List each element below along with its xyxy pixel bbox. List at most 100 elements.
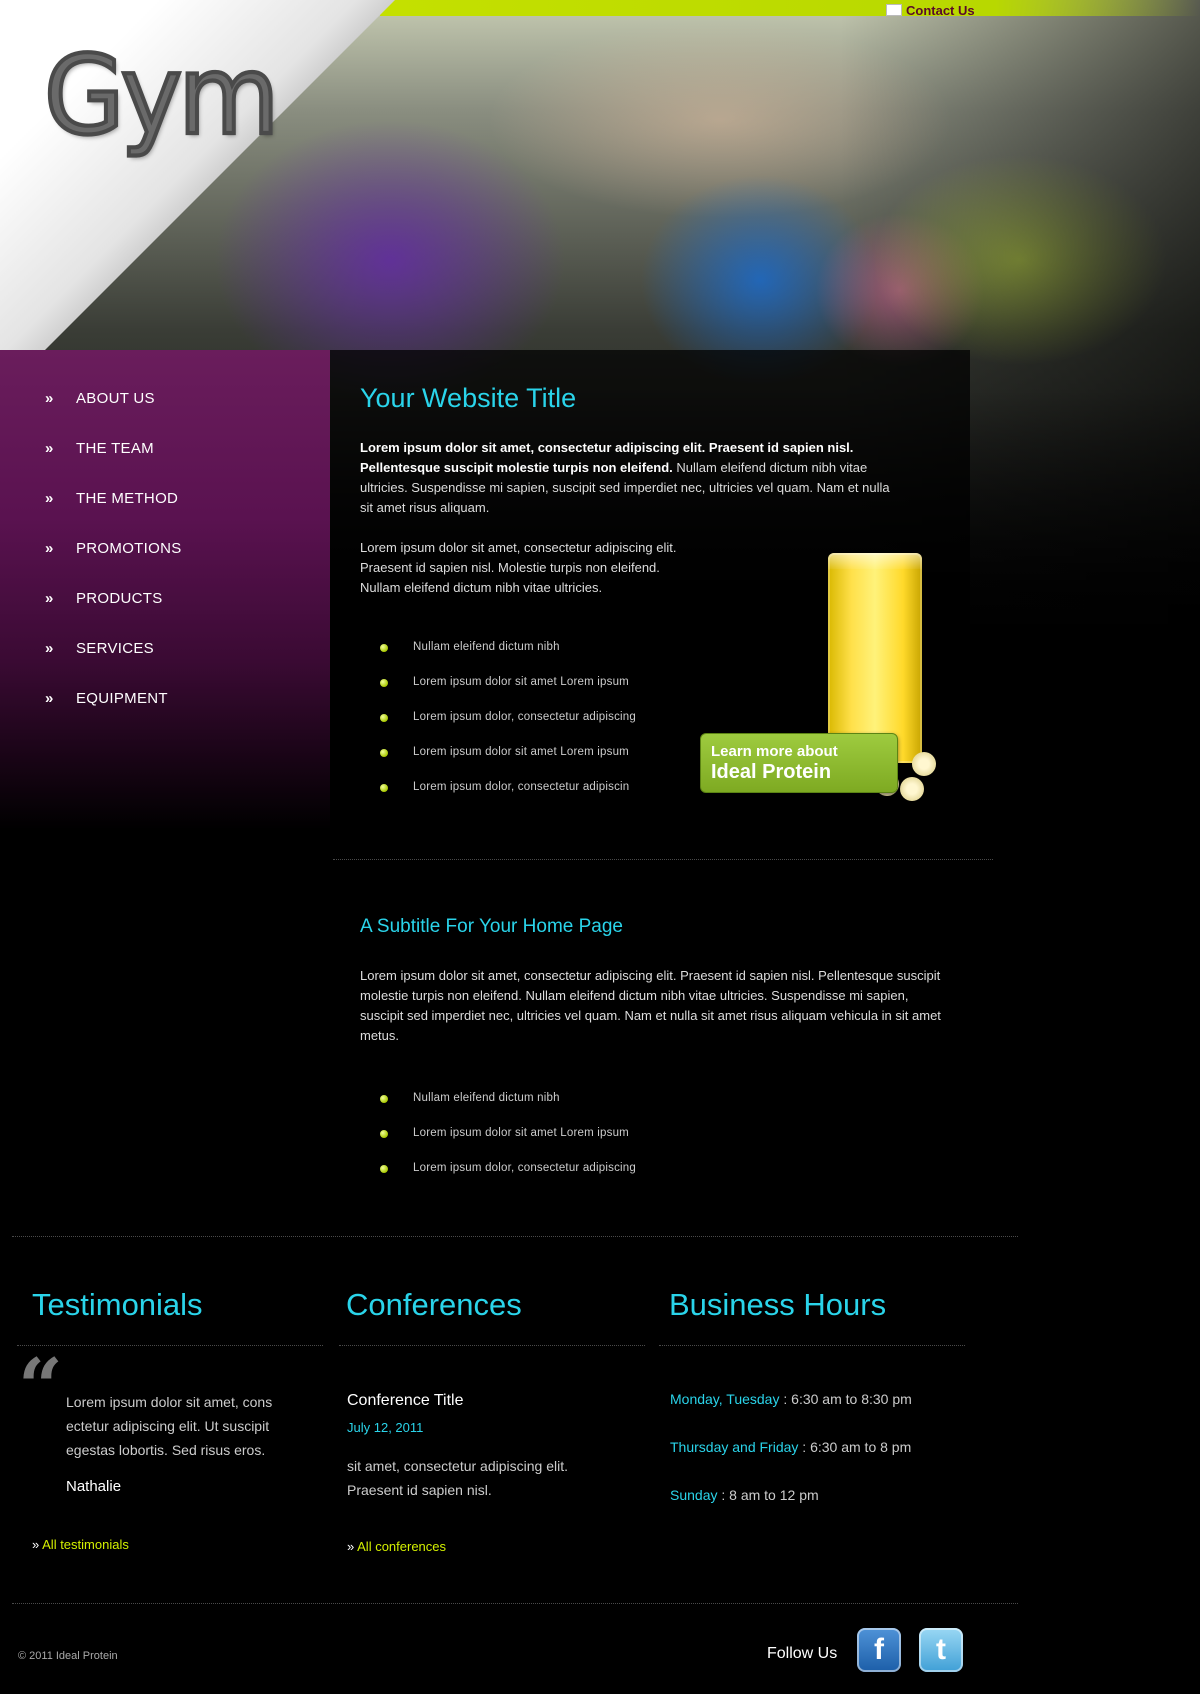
- nav-marker: »: [45, 440, 54, 457]
- contact-us-link[interactable]: Contact Us: [886, 3, 975, 18]
- list-item-text: Lorem ipsum dolor sit amet Lorem ipsum: [413, 1127, 629, 1139]
- bullet-icon: [380, 1095, 388, 1103]
- divider: [333, 859, 993, 860]
- list-item-text: Lorem ipsum dolor sit amet Lorem ipsum: [413, 676, 629, 688]
- ideal-protein-promo-button[interactable]: Learn more about Ideal Protein: [700, 733, 898, 793]
- second-paragraph: Lorem ipsum dolor sit amet, consectetur …: [360, 540, 677, 595]
- contact-us-label: Contact Us: [906, 3, 975, 18]
- hours-row: Sunday : 8 am to 12 pm: [670, 1487, 819, 1503]
- divider: [339, 1345, 645, 1346]
- list-item-text: Nullam eleifend dictum nibh: [413, 1092, 560, 1104]
- list-item: Nullam eleifend dictum nibh: [380, 641, 636, 676]
- page-title: Your Website Title: [360, 383, 577, 413]
- facebook-button[interactable]: f: [857, 1628, 901, 1672]
- twitter-button[interactable]: t: [919, 1628, 963, 1672]
- bullet-icon: [380, 644, 388, 652]
- home-subtitle: A Subtitle For Your Home Page: [360, 916, 623, 937]
- protein-drink-glass-image: [828, 553, 922, 763]
- main-bullet-list: Nullam eleifend dictum nibh Lorem ipsum …: [380, 641, 636, 816]
- all-testimonials-link[interactable]: All testimonials: [42, 1537, 129, 1552]
- nav-item-label: PROMOTIONS: [76, 540, 182, 557]
- sub-bullet-list: Nullam eleifend dictum nibh Lorem ipsum …: [380, 1092, 636, 1197]
- divider: [17, 1345, 323, 1346]
- conference-text: sit amet, consectetur adipiscing elit. P…: [347, 1458, 568, 1498]
- hours-time: : 6:30 am to 8 pm: [798, 1439, 912, 1455]
- twitter-icon: t: [936, 1633, 946, 1666]
- list-item-text: Lorem ipsum dolor, consectetur adipiscin…: [413, 1162, 636, 1174]
- conferences-heading: Conferences: [346, 1287, 522, 1322]
- nav-marker: »: [45, 390, 54, 407]
- list-item-text: Lorem ipsum dolor, consectetur adipiscin: [413, 781, 630, 793]
- hours-time: : 6:30 am to 8:30 pm: [779, 1391, 912, 1407]
- glass-rim: [828, 553, 922, 569]
- bullet-icon: [380, 749, 388, 757]
- list-item-text: Lorem ipsum dolor sit amet Lorem ipsum: [413, 746, 629, 758]
- list-item: Lorem ipsum dolor sit amet Lorem ipsum: [380, 746, 636, 781]
- nav-item-services[interactable]: » SERVICES: [45, 640, 182, 690]
- nav-item-label: ABOUT US: [76, 390, 155, 407]
- nav-item-products[interactable]: » PRODUCTS: [45, 590, 182, 640]
- nav-item-the-method[interactable]: » THE METHOD: [45, 490, 182, 540]
- top-accent-bar: [380, 0, 1200, 16]
- hours-days: Sunday: [670, 1487, 718, 1503]
- conference-title[interactable]: Conference Title: [347, 1392, 464, 1410]
- list-item: Lorem ipsum dolor sit amet Lorem ipsum: [380, 1127, 636, 1162]
- list-item: Nullam eleifend dictum nibh: [380, 1092, 636, 1127]
- list-item-text: Lorem ipsum dolor, consectetur adipiscin…: [413, 711, 636, 723]
- nav-item-the-team[interactable]: » THE TEAM: [45, 440, 182, 490]
- facebook-icon: f: [874, 1633, 884, 1666]
- hours-days: Monday, Tuesday: [670, 1391, 780, 1407]
- business-hours-heading: Business Hours: [669, 1287, 887, 1322]
- list-item: Lorem ipsum dolor, consectetur adipiscin…: [380, 711, 636, 746]
- nav-marker: »: [45, 490, 54, 507]
- list-item: Lorem ipsum dolor sit amet Lorem ipsum: [380, 676, 636, 711]
- quote-mark-icon: “: [18, 1342, 63, 1433]
- hours-time: : 8 am to 12 pm: [717, 1487, 819, 1503]
- promo-line2: Ideal Protein: [711, 761, 832, 783]
- nav-marker: »: [45, 590, 54, 607]
- divider: [12, 1603, 1018, 1604]
- nav-item-equipment[interactable]: » EQUIPMENT: [45, 690, 182, 740]
- bullet-icon: [380, 714, 388, 722]
- intro-paragraph: Lorem ipsum dolor sit amet, consectetur …: [360, 438, 900, 518]
- nav-marker: »: [45, 640, 54, 657]
- conference-date: July 12, 2011: [347, 1420, 424, 1435]
- all-conferences-link[interactable]: All conferences: [357, 1539, 446, 1554]
- nav-marker: »: [45, 540, 54, 557]
- promo-line1: Learn more about: [711, 743, 838, 760]
- link-marker: »: [32, 1537, 40, 1552]
- divider: [659, 1345, 965, 1346]
- testimonials-heading: Testimonials: [32, 1287, 203, 1322]
- bullet-icon: [380, 784, 388, 792]
- list-item: Lorem ipsum dolor, consectetur adipiscin: [380, 781, 636, 816]
- nav-item-label: SERVICES: [76, 640, 154, 657]
- nav-item-about-us[interactable]: » ABOUT US: [45, 390, 182, 440]
- nav-item-label: PRODUCTS: [76, 590, 163, 607]
- list-item-text: Nullam eleifend dictum nibh: [413, 641, 560, 653]
- envelope-icon: [886, 4, 902, 16]
- follow-us-label: Follow Us: [767, 1645, 838, 1662]
- nav-item-promotions[interactable]: » PROMOTIONS: [45, 540, 182, 590]
- hours-row: Monday, Tuesday : 6:30 am to 8:30 pm: [670, 1391, 912, 1407]
- all-testimonials-row: » All testimonials: [32, 1537, 129, 1552]
- bullet-icon: [380, 1130, 388, 1138]
- bullet-icon: [380, 1165, 388, 1173]
- copyright: © 2011 Ideal Protein: [18, 1650, 118, 1662]
- sidebar: » ABOUT US » THE TEAM » THE METHOD » PROMOTI…: [0, 350, 330, 830]
- nav-item-label: EQUIPMENT: [76, 690, 168, 707]
- nav-marker: »: [45, 690, 54, 707]
- bullet-icon: [380, 679, 388, 687]
- link-marker: »: [347, 1539, 355, 1554]
- hours-days: Thursday and Friday: [670, 1439, 799, 1455]
- nav-item-label: THE TEAM: [76, 440, 154, 457]
- divider: [12, 1236, 1018, 1237]
- hours-row: Thursday and Friday : 6:30 am to 8 pm: [670, 1439, 911, 1455]
- site-logo[interactable]: Gym: [42, 29, 281, 161]
- all-conferences-row: » All conferences: [347, 1539, 446, 1554]
- main-nav: » ABOUT US » THE TEAM » THE METHOD » PROMOTI…: [45, 390, 182, 740]
- list-item: Lorem ipsum dolor, consectetur adipiscin…: [380, 1162, 636, 1197]
- banana-slice-icon: [900, 777, 924, 801]
- testimonial-text: Lorem ipsum dolor sit amet, cons ectetur…: [66, 1394, 273, 1458]
- testimonial-author: Nathalie: [66, 1478, 122, 1495]
- nav-item-label: THE METHOD: [76, 490, 179, 507]
